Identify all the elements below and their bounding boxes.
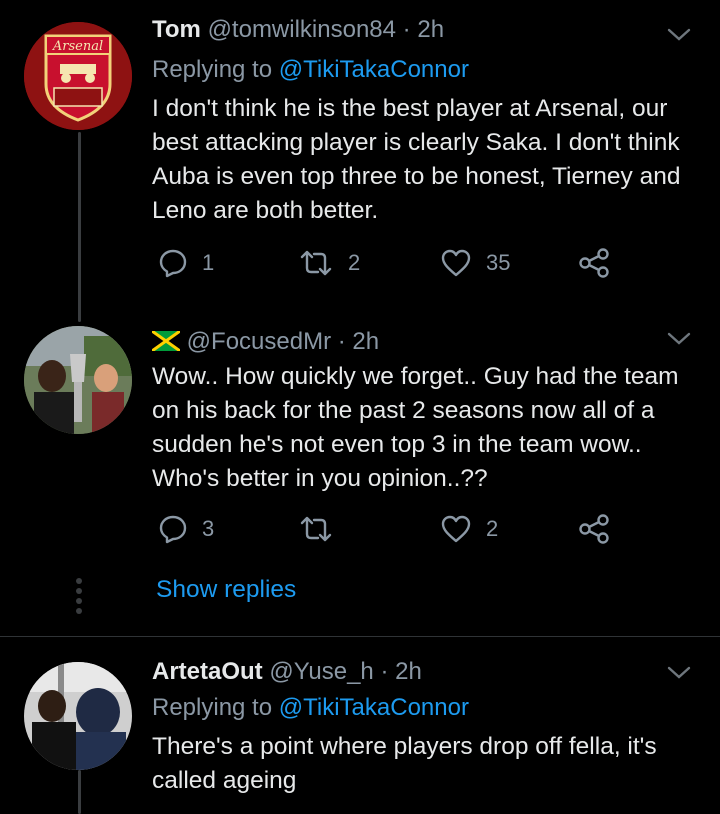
timestamp[interactable]: 2h xyxy=(352,328,379,355)
arsenal-crest-icon: Arsenal xyxy=(24,22,132,130)
handle[interactable]: @FocusedMr xyxy=(187,328,331,355)
thread-line xyxy=(78,132,81,322)
crest-text: Arsenal xyxy=(52,39,103,54)
like-button[interactable]: 2 xyxy=(440,514,498,544)
profile-photo-icon xyxy=(24,326,132,434)
display-name[interactable]: ArtetaOut xyxy=(152,658,263,685)
tweet-text-line: Leno are both better. xyxy=(152,197,379,224)
handle[interactable]: @Yuse_h xyxy=(269,658,373,685)
reply-count: 1 xyxy=(202,250,215,275)
more-replies-dots xyxy=(74,578,84,618)
replying-label: Replying to xyxy=(152,694,279,721)
chevron-down-icon[interactable] xyxy=(666,664,692,682)
separator: · xyxy=(402,16,411,43)
tweet-text-line: sudden he's not even top 3 in the team w… xyxy=(152,431,642,458)
timestamp[interactable]: 2h xyxy=(395,658,422,685)
retweet-button[interactable]: 2 xyxy=(298,248,360,278)
profile-photo-icon xyxy=(24,662,132,770)
tweet-header: Tom @tomwilkinson84 · 2h xyxy=(152,16,444,44)
timestamp[interactable]: 2h xyxy=(417,16,444,43)
tweet-text-line: best attacking player is clearly Saka. I… xyxy=(152,129,680,156)
share-button[interactable] xyxy=(578,514,610,544)
tweet-text-line: Wow.. How quickly we forget.. Guy had th… xyxy=(152,363,679,390)
tweet-text-line: on his back for the past 2 seasons now a… xyxy=(152,397,655,424)
share-icon xyxy=(579,514,609,544)
chevron-down-icon[interactable] xyxy=(666,330,692,348)
retweet-icon xyxy=(300,516,332,542)
replying-to: Replying to @TikiTakaConnor xyxy=(152,694,469,722)
chevron-down-icon[interactable] xyxy=(666,26,692,44)
replying-to: Replying to @TikiTakaConnor xyxy=(152,56,469,84)
reply-count: 3 xyxy=(202,516,215,541)
reply-icon xyxy=(159,515,187,544)
mention-link[interactable]: @TikiTakaConnor xyxy=(279,56,469,83)
avatar[interactable]: Arsenal xyxy=(24,22,132,130)
like-button[interactable]: 35 xyxy=(440,248,510,278)
like-count: 2 xyxy=(486,516,499,541)
divider xyxy=(0,636,720,637)
tweet-text-line: I don't think he is the best player at A… xyxy=(152,95,668,122)
avatar[interactable] xyxy=(24,662,132,770)
tweet-text-line: Auba is even top three to be honest, Tie… xyxy=(152,163,681,190)
handle[interactable]: @tomwilkinson84 xyxy=(208,16,396,43)
tweet-text: I don't think he is the best player at A… xyxy=(152,92,692,228)
tweet-header: ArtetaOut @Yuse_h · 2h xyxy=(152,658,422,686)
separator: · xyxy=(337,328,346,355)
retweet-button[interactable] xyxy=(298,514,348,544)
like-icon xyxy=(441,515,471,543)
tweet-text-line: Who's better in you opinion..?? xyxy=(152,465,488,492)
mention-link[interactable]: @TikiTakaConnor xyxy=(279,694,469,721)
separator: · xyxy=(380,658,389,685)
reply-button[interactable]: 3 xyxy=(158,514,214,544)
reply-button[interactable]: 1 xyxy=(158,248,214,278)
reply-icon xyxy=(159,249,187,278)
tweet-text-line: There's a point where players drop off f… xyxy=(152,733,657,760)
share-icon xyxy=(579,248,609,278)
show-replies-link[interactable]: Show replies xyxy=(156,576,296,604)
tweet-header: @FocusedMr · 2h xyxy=(151,328,379,356)
tweet-text: There's a point where players drop off f… xyxy=(152,730,692,798)
retweet-count: 2 xyxy=(348,250,361,275)
thread-line xyxy=(78,770,81,814)
retweet-icon xyxy=(300,250,332,276)
display-name[interactable]: Tom xyxy=(152,16,201,43)
replying-label: Replying to xyxy=(152,56,279,83)
avatar[interactable] xyxy=(24,326,132,434)
share-button[interactable] xyxy=(578,248,610,278)
like-count: 35 xyxy=(486,250,511,275)
tweet-text: Wow.. How quickly we forget.. Guy had th… xyxy=(152,360,692,496)
like-icon xyxy=(441,249,471,277)
jamaica-flag-icon xyxy=(151,329,181,353)
tweet-text-line: called ageing xyxy=(152,767,297,794)
